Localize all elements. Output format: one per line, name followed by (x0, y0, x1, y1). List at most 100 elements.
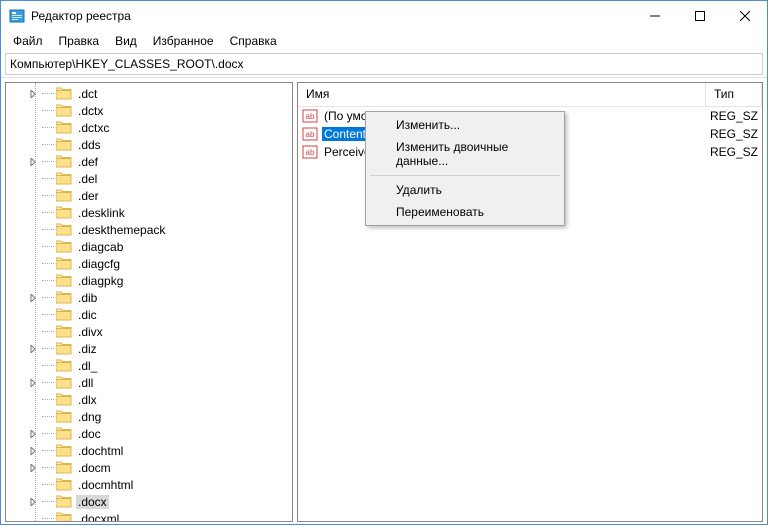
expand-icon[interactable] (26, 447, 40, 455)
tree-item[interactable]: .docx (6, 493, 292, 510)
expand-icon[interactable] (26, 90, 40, 98)
window-controls (632, 1, 767, 31)
tree-item-label: .docm (76, 461, 113, 475)
window-title: Редактор реестра (31, 9, 632, 23)
folder-icon (56, 342, 72, 355)
tree-item[interactable]: .dic (6, 306, 292, 323)
tree-item[interactable]: .dochtml (6, 442, 292, 459)
tree-item[interactable]: .diagcfg (6, 255, 292, 272)
tree-item[interactable]: .doc (6, 425, 292, 442)
context-menu: Изменить... Изменить двоичные данные... … (365, 111, 565, 226)
registry-tree: .dct.dctx .dctxc .dds.def .del .der .desklink… (6, 83, 292, 522)
tree-item-label: .diagcfg (76, 257, 122, 271)
tree-item-label: .docxml (76, 512, 121, 523)
tree-item-label: .dic (76, 308, 99, 322)
tree-item-label: .der (76, 189, 101, 203)
minimize-button[interactable] (632, 1, 677, 31)
menu-help[interactable]: Справка (222, 32, 285, 50)
svg-text:ab: ab (306, 148, 315, 157)
tree-panel[interactable]: .dct.dctx .dctxc .dds.def .del .der .desklink… (5, 82, 293, 522)
tree-item[interactable]: .diz (6, 340, 292, 357)
expand-icon[interactable] (26, 430, 40, 438)
tree-item-label: .dng (76, 410, 103, 424)
tree-item-label: .dll (76, 376, 95, 390)
list-header: Имя Тип (298, 83, 762, 107)
expand-icon[interactable] (26, 345, 40, 353)
folder-icon (56, 189, 72, 202)
titlebar: Редактор реестра (1, 1, 767, 31)
folder-icon (56, 257, 72, 270)
tree-item[interactable]: .dll (6, 374, 292, 391)
tree-item-label: .dctxc (76, 121, 111, 135)
reg-string-icon: ab (302, 144, 318, 160)
tree-item-label: .divx (76, 325, 105, 339)
tree-item[interactable]: .desklink (6, 204, 292, 221)
folder-icon (56, 495, 72, 508)
tree-item[interactable]: .deskthemepack (6, 221, 292, 238)
column-name[interactable]: Имя (298, 83, 706, 106)
tree-item[interactable]: .dl_ (6, 357, 292, 374)
folder-icon (56, 359, 72, 372)
column-type[interactable]: Тип (706, 83, 762, 106)
menu-file[interactable]: Файл (5, 32, 51, 50)
tree-item[interactable]: .docm (6, 459, 292, 476)
menu-edit[interactable]: Правка (51, 32, 108, 50)
tree-item[interactable]: .dlx (6, 391, 292, 408)
tree-item-label: .del (76, 172, 99, 186)
address-bar[interactable]: Компьютер\HKEY_CLASSES_ROOT\.docx (5, 53, 763, 75)
tree-item[interactable]: .der (6, 187, 292, 204)
folder-icon (56, 444, 72, 457)
tree-item[interactable]: .docxml (6, 510, 292, 522)
context-rename[interactable]: Переименовать (368, 201, 562, 223)
regedit-icon (9, 8, 25, 24)
close-icon (740, 11, 750, 21)
expand-icon[interactable] (26, 294, 40, 302)
tree-item[interactable]: .dctx (6, 102, 292, 119)
menubar: Файл Правка Вид Избранное Справка (1, 31, 767, 51)
tree-item[interactable]: .dng (6, 408, 292, 425)
folder-icon (56, 410, 72, 423)
folder-icon (56, 121, 72, 134)
tree-item[interactable]: .dct (6, 85, 292, 102)
tree-item-label: .dds (76, 138, 103, 152)
expand-icon[interactable] (26, 498, 40, 506)
context-modify-binary[interactable]: Изменить двоичные данные... (368, 136, 562, 172)
tree-item-label: .docmhtml (76, 478, 135, 492)
maximize-button[interactable] (677, 1, 722, 31)
folder-icon (56, 206, 72, 219)
address-text: Компьютер\HKEY_CLASSES_ROOT\.docx (10, 57, 244, 71)
reg-string-icon: ab (302, 108, 318, 124)
tree-item[interactable]: .del (6, 170, 292, 187)
tree-item[interactable]: .dctxc (6, 119, 292, 136)
tree-item[interactable]: .divx (6, 323, 292, 340)
reg-string-icon: ab (302, 126, 318, 142)
expand-icon[interactable] (26, 158, 40, 166)
folder-icon (56, 461, 72, 474)
tree-item[interactable]: .diagpkg (6, 272, 292, 289)
menu-favorites[interactable]: Избранное (145, 32, 222, 50)
folder-icon (56, 87, 72, 100)
cell-type: REG_SZ (706, 145, 762, 159)
tree-item[interactable]: .dds (6, 136, 292, 153)
expand-icon[interactable] (26, 464, 40, 472)
tree-item[interactable]: .dib (6, 289, 292, 306)
tree-item-label: .dlx (76, 393, 99, 407)
tree-item-label: .desklink (76, 206, 127, 220)
tree-item[interactable]: .diagcab (6, 238, 292, 255)
context-separator (370, 175, 560, 176)
folder-icon (56, 240, 72, 253)
folder-icon (56, 325, 72, 338)
folder-icon (56, 393, 72, 406)
folder-icon (56, 274, 72, 287)
close-button[interactable] (722, 1, 767, 31)
folder-icon (56, 291, 72, 304)
svg-text:ab: ab (306, 130, 315, 139)
expand-icon[interactable] (26, 379, 40, 387)
tree-item-label: .dib (76, 291, 99, 305)
context-modify[interactable]: Изменить... (368, 114, 562, 136)
tree-item[interactable]: .def (6, 153, 292, 170)
context-delete[interactable]: Удалить (368, 179, 562, 201)
menu-view[interactable]: Вид (107, 32, 145, 50)
minimize-icon (650, 11, 660, 21)
tree-item[interactable]: .docmhtml (6, 476, 292, 493)
